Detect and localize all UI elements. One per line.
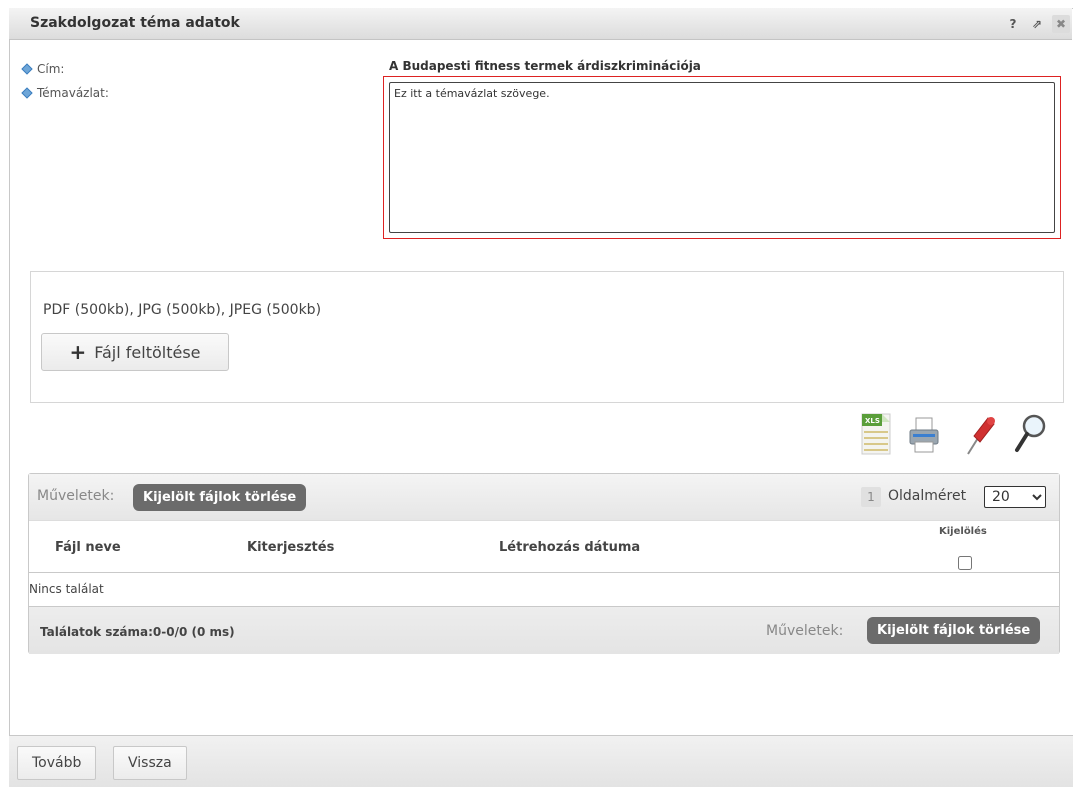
outline-textarea[interactable]: Ez itt a témavázlat szövege. bbox=[389, 82, 1055, 233]
operations-label: Műveletek: bbox=[37, 488, 115, 504]
footer-delete-selected-files-button[interactable]: Kijelölt fájlok törlése bbox=[867, 617, 1041, 644]
col-header-extension[interactable]: Kiterjesztés bbox=[247, 540, 334, 555]
next-button[interactable]: Tovább bbox=[17, 746, 97, 780]
bullet-diamond-icon bbox=[21, 87, 33, 99]
title-label: Cím: bbox=[37, 62, 65, 76]
upload-file-button[interactable]: + Fájl feltöltése bbox=[41, 333, 229, 371]
outline-label-row: Témavázlat: bbox=[21, 86, 109, 100]
dialog-titlebar: Szakdolgozat téma adatok ? ⇗ ✖ bbox=[9, 8, 1072, 40]
dialog-footer: Tovább Vissza bbox=[9, 735, 1073, 787]
grid-footer: Találatok száma:0-0/0 (0 ms) Műveletek: … bbox=[29, 606, 1059, 654]
page-number[interactable]: 1 bbox=[861, 487, 881, 507]
back-button[interactable]: Vissza bbox=[113, 746, 187, 780]
popout-icon[interactable]: ⇗ bbox=[1028, 15, 1046, 33]
thesis-title-value: A Budapesti fitness termek árdiszkriminá… bbox=[389, 59, 701, 73]
result-count: Találatok száma:0-0/0 (0 ms) bbox=[40, 625, 235, 639]
close-icon[interactable]: ✖ bbox=[1052, 15, 1070, 33]
excel-export-icon[interactable]: XLS bbox=[858, 410, 896, 458]
page-size-select[interactable]: 20 bbox=[984, 486, 1046, 508]
col-header-filename[interactable]: Fájl neve bbox=[55, 540, 121, 555]
header-divider bbox=[29, 572, 1059, 573]
footer-operations-label: Műveletek: bbox=[766, 623, 844, 639]
outline-textarea-highlight: Ez itt a témavázlat szövege. bbox=[383, 76, 1061, 239]
help-icon[interactable]: ? bbox=[1004, 15, 1022, 33]
bullet-diamond-icon bbox=[21, 63, 33, 75]
svg-text:XLS: XLS bbox=[865, 417, 880, 425]
plus-icon: + bbox=[69, 340, 87, 364]
outline-label: Témavázlat: bbox=[37, 86, 109, 100]
pin-icon[interactable] bbox=[960, 410, 998, 458]
dialog-title: Szakdolgozat téma adatok bbox=[30, 15, 240, 31]
search-icon[interactable] bbox=[1012, 410, 1050, 458]
delete-selected-files-button[interactable]: Kijelölt fájlok törlése bbox=[133, 484, 307, 511]
page-size-label: Oldalméret bbox=[888, 488, 967, 504]
files-grid: Műveletek: Kijelölt fájlok törlése 1 Old… bbox=[28, 473, 1060, 654]
grid-toolbar: Műveletek: Kijelölt fájlok törlése 1 Old… bbox=[29, 474, 1059, 521]
col-header-select: Kijelölés bbox=[939, 526, 987, 537]
col-header-created-date[interactable]: Létrehozás dátuma bbox=[499, 540, 640, 555]
upload-panel: PDF (500kb), JPG (500kb), JPEG (500kb) +… bbox=[30, 271, 1064, 403]
select-all-checkbox[interactable] bbox=[958, 556, 972, 570]
title-label-row: Cím: bbox=[21, 62, 65, 76]
allowed-file-types: PDF (500kb), JPG (500kb), JPEG (500kb) bbox=[43, 302, 322, 318]
upload-button-label: Fájl feltöltése bbox=[94, 342, 201, 362]
print-icon[interactable] bbox=[905, 410, 943, 458]
empty-result-text: Nincs találat bbox=[29, 582, 104, 596]
